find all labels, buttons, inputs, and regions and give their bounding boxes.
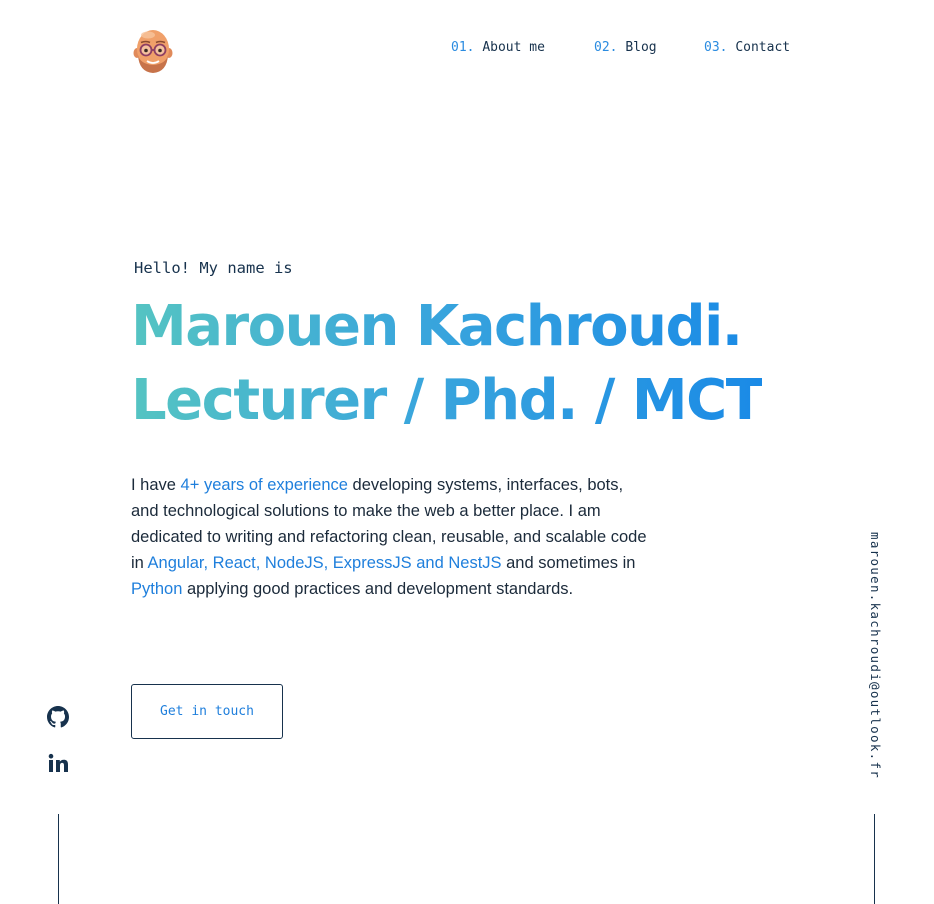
hero-headline: Marouen Kachroudi. Lecturer / Phd. / MCT [131,290,762,438]
nav-number: 02. [594,40,618,55]
nav-link-contact[interactable]: 03. Contact [704,39,790,57]
hero-bio: I have 4+ years of experience developing… [131,472,651,602]
nav-link-blog[interactable]: 02. Blog [594,39,657,57]
bio-highlight-experience: 4+ years of experience [180,476,348,494]
nav-label: About me [482,40,545,55]
main-nav: 01. About me 02. Blog 03. Contact [0,39,934,57]
github-icon[interactable] [47,706,69,728]
nav-number: 01. [451,40,475,55]
nav-number: 03. [704,40,728,55]
nav-label: Blog [625,40,657,55]
nav-link-about-me[interactable]: 01. About me [451,39,545,57]
bio-highlight-stack: Angular, React, NodeJS, ExpressJS and Ne… [147,554,502,572]
nav-label: Contact [735,40,791,55]
linkedin-icon[interactable] [47,752,69,774]
bio-text: applying good practices and development … [182,580,574,598]
bio-highlight-python: Python [131,580,183,598]
bio-text: and sometimes in [501,554,636,572]
sidebar-divider-line [58,814,59,904]
email-divider-line [874,814,875,904]
bio-text: I have [131,476,181,494]
email-link[interactable]: marouen.kachroudi@outlook.fr [868,532,883,779]
get-in-touch-button[interactable]: Get in touch [131,684,283,739]
hero-role: Lecturer / Phd. / MCT [131,368,763,433]
hero-greeting: Hello! My name is [134,259,293,277]
hero-name: Marouen Kachroudi. [131,294,742,359]
